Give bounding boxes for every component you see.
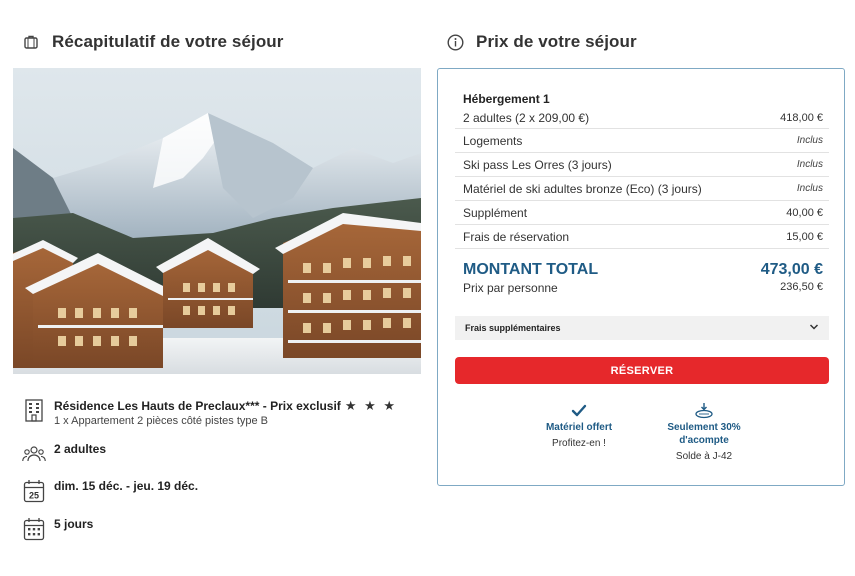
total-value: 473,00 € (760, 261, 823, 278)
guests-count: 2 adultes (54, 442, 107, 456)
price-row-value: 418,00 € (780, 111, 823, 124)
price-table: Hébergement 1 2 adultes (2 x 209,00 €) 4… (455, 91, 829, 249)
price-row-value: Inclus (796, 159, 823, 170)
price-row-label: Ski pass Les Orres (3 jours) (463, 157, 612, 172)
summary-title-text: Récapitulatif de votre séjour (52, 32, 284, 51)
price-row-label: Matériel de ski adultes bronze (Eco) (3 … (463, 181, 702, 196)
price-row-label: Frais de réservation (463, 229, 570, 244)
reserve-button[interactable]: RÉSERVER (455, 357, 829, 384)
price-row-label: Supplément (463, 205, 528, 220)
svg-text:25: 25 (29, 491, 39, 501)
price-row-ski-material: Matériel de ski adultes bronze (Eco) (3 … (455, 177, 829, 201)
residence-photo (13, 68, 421, 374)
rating-stars: ★ ★ ★ (344, 398, 397, 413)
price-panel: Hébergement 1 2 adultes (2 x 209,00 €) 4… (437, 68, 845, 486)
info-icon (446, 33, 464, 51)
extra-fees-label: Frais supplémentaires (465, 323, 561, 333)
price-row-skipass: Ski pass Les Orres (3 jours) Inclus (455, 153, 829, 177)
perk-title: Matériel offert (545, 422, 613, 433)
per-person-label: Prix par personne (463, 281, 558, 295)
price-row-value: Inclus (796, 135, 823, 146)
price-row-label: Logements (463, 133, 523, 148)
calendar-grid-icon (22, 517, 46, 541)
per-person-value: 236,50 € (780, 281, 823, 293)
coin-deposit-icon (649, 402, 759, 420)
perk-free-equipment: Matériel offert Profitez-en ! (524, 402, 634, 450)
total-block: MONTANT TOTAL 473,00 € Prix par personne… (463, 261, 823, 295)
total-label: MONTANT TOTAL (463, 261, 599, 278)
guests-info: 2 adultes (22, 442, 106, 466)
price-row-label: 2 adultes (2 x 209,00 €) (463, 110, 590, 125)
summary-title: Récapitulatif de votre séjour (22, 32, 284, 52)
price-row-value: 15,00 € (786, 230, 823, 243)
price-row-adults: 2 adultes (2 x 209,00 €) 418,00 € (455, 107, 829, 129)
price-title-text: Prix de votre séjour (476, 32, 637, 51)
price-row-booking-fees: Frais de réservation 15,00 € (455, 225, 829, 249)
dates-info: 25 dim. 15 déc. - jeu. 19 déc. (22, 479, 198, 503)
calendar-date-icon: 25 (22, 479, 46, 503)
perk-deposit: Seulement 30% d'acompte Solde à J-42 (649, 402, 759, 463)
perk-subtitle: Solde à J-42 (675, 451, 733, 462)
perk-subtitle: Profitez-en ! (552, 438, 606, 449)
stay-duration: 5 jours (54, 517, 94, 531)
extra-fees-toggle[interactable]: Frais supplémentaires (455, 316, 829, 340)
price-row-supplement: Supplément 40,00 € (455, 201, 829, 225)
building-icon (22, 398, 46, 422)
residence-name: Résidence Les Hauts de Preclaux*** - Pri… (54, 399, 341, 413)
price-row-value: 40,00 € (786, 206, 823, 219)
perk-title: Seulement 30% d'acompte (667, 422, 741, 446)
suitcase-icon (22, 33, 40, 51)
people-icon (22, 442, 46, 466)
price-row-logements: Logements Inclus (455, 129, 829, 153)
checkmark-icon (524, 402, 634, 420)
duration-info: 5 jours (22, 517, 93, 541)
apartment-type: 1 x Appartement 2 pièces côté pistes typ… (54, 415, 269, 427)
price-row-value: Inclus (796, 183, 823, 194)
residence-info: Résidence Les Hauts de Preclaux*** - Pri… (22, 398, 397, 429)
stay-dates: dim. 15 déc. - jeu. 19 déc. (54, 479, 199, 493)
chevron-down-icon (809, 323, 819, 333)
price-title: Prix de votre séjour (446, 32, 637, 52)
hebergement-title: Hébergement 1 (463, 92, 550, 106)
